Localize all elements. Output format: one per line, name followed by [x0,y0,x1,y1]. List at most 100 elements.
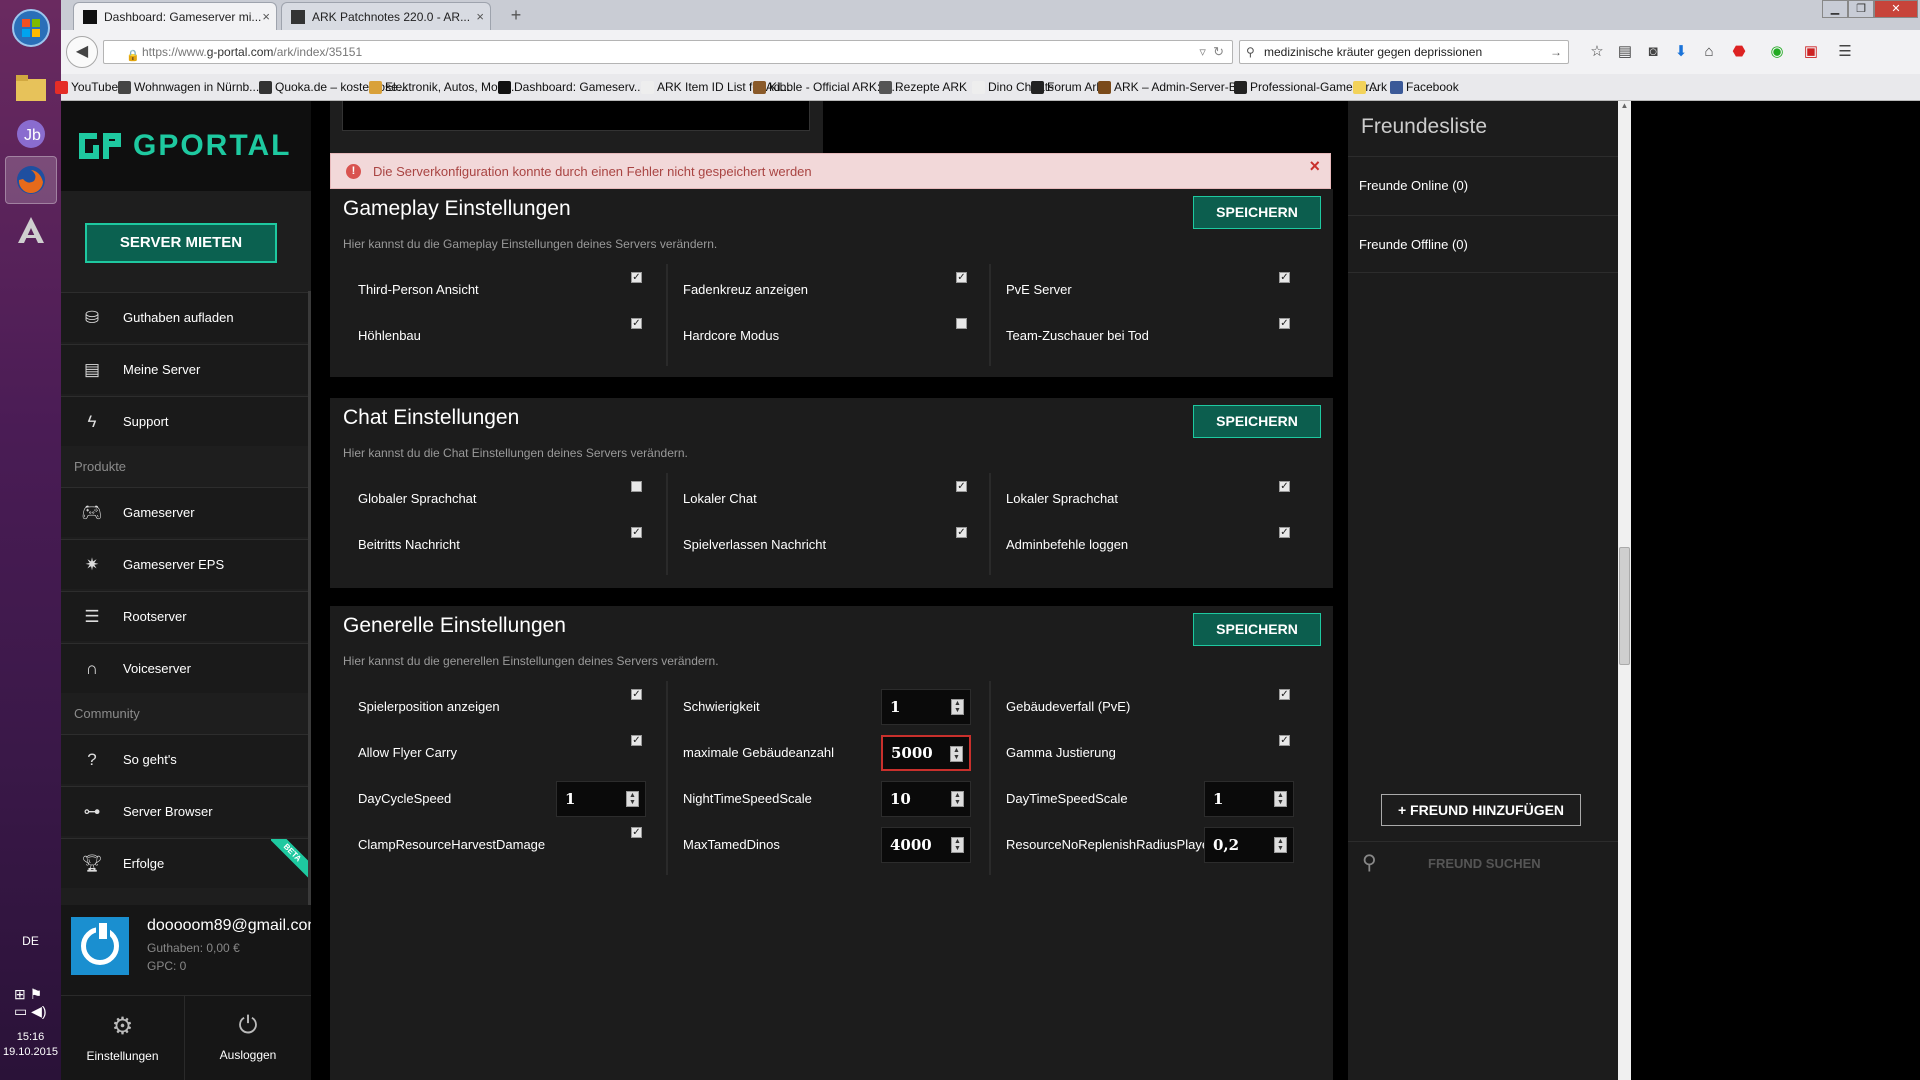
download-icon[interactable]: ⬇ [1671,42,1691,62]
sidebar-item-meine-server[interactable]: ▤ Meine Server [61,344,311,394]
maximize-button[interactable]: ❐ [1848,0,1874,18]
checkbox[interactable] [631,481,642,492]
avatar[interactable] [71,917,129,975]
sidebar-item-gameserver-eps[interactable]: ✷ Gameserver EPS [61,539,311,589]
alert-close-icon[interactable]: × [1309,156,1320,177]
new-tab-button[interactable]: + [501,2,531,28]
checkbox[interactable]: ✓ [631,689,642,700]
checkbox[interactable]: ✓ [631,272,642,283]
sidebar-item-guthaben[interactable]: ⛁ Guthaben aufladen [61,292,311,342]
checkbox[interactable]: ✓ [956,272,967,283]
number-input[interactable]: 4000 ▲ ▼ [881,827,971,863]
sidebar-item-so-gehts[interactable]: ? So geht's [61,734,311,784]
firefox-taskbar-button[interactable] [5,156,57,204]
tab-dashboard[interactable]: Dashboard: Gameserver mi... × [73,2,277,30]
sidebar-item-erfolge[interactable]: 🏆︎ Erfolge BETA [61,838,311,888]
checkbox[interactable]: ✓ [1279,735,1290,746]
close-window-button[interactable]: ✕ [1874,0,1918,18]
tab-ark-patchnotes[interactable]: ARK Patchnotes 220.0 - AR... × [281,2,491,30]
add-friend-button[interactable]: + FREUND HINZUFÜGEN [1381,794,1581,826]
back-button[interactable]: ◀ [66,36,98,68]
checkbox[interactable]: ✓ [631,527,642,538]
number-input[interactable]: 10 ▲ ▼ [881,781,971,817]
minimize-button[interactable]: ▁ [1822,0,1848,18]
checkbox[interactable]: ✓ [631,735,642,746]
addon2-icon[interactable]: ▣ [1801,42,1821,62]
page-scrollbar[interactable]: ▲ [1618,101,1631,1080]
number-input[interactable]: 5000 ▲ ▼ [881,735,971,771]
checkbox[interactable]: ✓ [1279,272,1290,283]
reload-icon[interactable]: ▿ ↻ [1199,41,1224,63]
checkbox[interactable]: ✓ [1279,527,1290,538]
bookmark-star-icon[interactable]: ☆ [1587,42,1607,62]
ark-taskbar-button[interactable] [5,206,57,254]
bookmark-item[interactable]: Facebook [1390,80,1459,94]
friend-search[interactable]: ⚲ FREUND SUCHEN [1348,841,1618,891]
explorer-taskbar-button[interactable] [5,64,57,112]
sidebar-item-support[interactable]: ϟ Support [61,396,311,446]
reading-list-icon[interactable]: ▤ [1615,42,1635,62]
sidebar-item-voiceserver[interactable]: ∩ Voiceserver [61,643,311,693]
ark-launcher-taskbar-button[interactable]: Jb [5,110,57,158]
stepper-arrows-icon[interactable]: ▲ ▼ [1274,791,1287,807]
number-input[interactable]: 1 ▲ ▼ [881,689,971,725]
number-input[interactable]: 0,2 ▲ ▼ [1204,827,1294,863]
bookmark-item[interactable]: YouTube [55,80,118,94]
bookmark-item[interactable]: Ark [1353,80,1387,94]
checkbox[interactable]: ✓ [1279,481,1290,492]
server-mieten-button[interactable]: SERVER MIETEN [85,223,277,263]
tab-close-icon[interactable]: × [262,3,270,30]
checkbox[interactable]: ✓ [956,527,967,538]
sidebar-item-rootserver[interactable]: ☰ Rootserver [61,591,311,641]
gportal-logo[interactable]: GPORTAL [61,101,311,191]
bookmark-item[interactable]: Rezepte ARK [879,80,967,94]
search-go-icon[interactable]: → [1550,41,1562,63]
checkbox[interactable] [956,318,967,329]
friends-online[interactable]: Freunde Online (0) [1348,156,1618,214]
config-textarea[interactable] [342,101,810,131]
save-button[interactable]: SPEICHERN [1193,405,1321,438]
taskbar-clock[interactable]: 15:16 19.10.2015 [0,1030,61,1060]
search-bar[interactable]: ⚲ medizinische kräuter gegen deprissione… [1239,40,1569,64]
pocket-icon[interactable]: ◙ [1643,42,1663,62]
sidebar-scrollbar[interactable] [308,291,311,911]
adblock-icon[interactable]: ⬣ [1729,42,1749,62]
stepper-arrows-icon[interactable]: ▲ ▼ [951,699,964,715]
stepper-arrows-icon[interactable]: ▲ ▼ [951,837,964,853]
bookmark-item[interactable]: Dashboard: Gameserv... [498,80,644,94]
checkbox[interactable]: ✓ [631,318,642,329]
sidebar-item-server-browser[interactable]: ⊶ Server Browser [61,786,311,836]
home-icon[interactable]: ⌂ [1699,42,1719,62]
sidebar-item-gameserver[interactable]: 🎮︎ Gameserver [61,487,311,537]
stepper-arrows-icon[interactable]: ▲ ▼ [951,791,964,807]
checkbox[interactable]: ✓ [1279,689,1290,700]
stepper-arrows-icon[interactable]: ▲ ▼ [1274,837,1287,853]
start-button[interactable] [5,4,57,52]
bookmark-item[interactable]: Forum Ark [1031,80,1102,94]
bookmark-item[interactable]: Elektronik, Autos, Mod... [369,80,514,94]
friends-offline[interactable]: Freunde Offline (0) [1348,215,1618,273]
number-input[interactable]: 1 ▲ ▼ [1204,781,1294,817]
url-bar[interactable]: 🔒 https://www.g-portal.com/ark/index/351… [103,40,1233,64]
addon-icon[interactable]: ◉ [1767,42,1787,62]
number-input[interactable]: 1 ▲ ▼ [556,781,646,817]
settings-button[interactable]: ⚙ Einstellungen [61,996,185,1080]
checkbox[interactable]: ✓ [1279,318,1290,329]
checkbox[interactable]: ✓ [631,827,642,838]
save-button[interactable]: SPEICHERN [1193,196,1321,229]
checkbox[interactable]: ✓ [956,481,967,492]
bookmark-item[interactable]: Wohnwagen in Nürnb... [118,80,259,94]
stepper-arrows-icon[interactable]: ▲ ▼ [950,746,963,762]
logout-button[interactable]: ⏻ Ausloggen [186,996,310,1080]
tab-close-icon[interactable]: × [476,3,484,30]
language-indicator[interactable]: DE [0,934,61,948]
save-button[interactable]: SPEICHERN [1193,613,1321,646]
tray-icons[interactable]: ⊞ ⚑ ▭ ◀) [14,986,47,1020]
bookmark-item[interactable]: ARK – Admin-Server-B... [1098,80,1247,94]
stepper-arrows-icon[interactable]: ▲ ▼ [626,791,639,807]
setting-row: Schwierigkeit 1 ▲ ▼ [668,681,991,727]
scroll-up-icon[interactable]: ▲ [1618,101,1631,114]
scrollbar-thumb[interactable] [1619,547,1630,665]
setting-row: maximale Gebäudeanzahl 5000 ▲ ▼ [668,727,991,773]
menu-icon[interactable]: ☰ [1835,42,1855,62]
